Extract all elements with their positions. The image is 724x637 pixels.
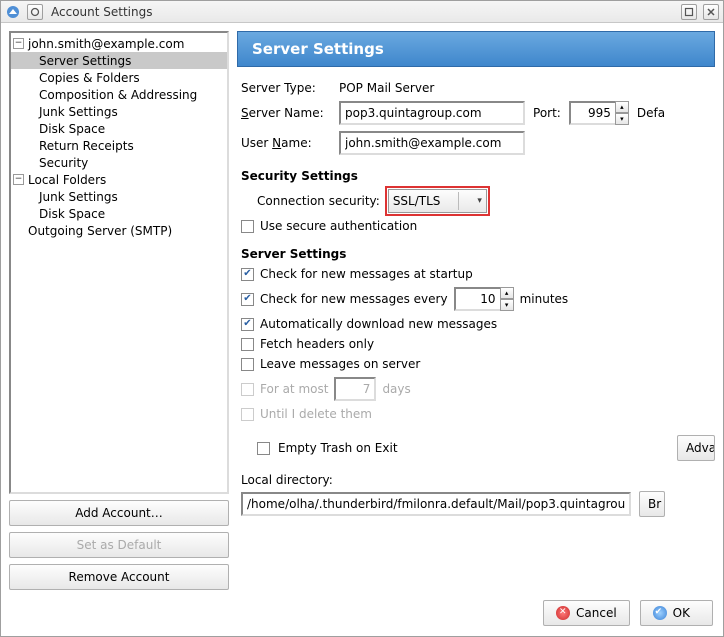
ok-button[interactable]: OK — [640, 600, 713, 626]
port-label: Port: — [533, 106, 561, 120]
panel-body: Server Type: POP Mail Server Server Name… — [237, 67, 715, 590]
fetch-headers-label: Fetch headers only — [260, 337, 374, 351]
tree-item-lf-disk-space[interactable]: Disk Space — [11, 205, 227, 222]
check-startup-label: Check for new messages at startup — [260, 267, 473, 281]
server-type-value: POP Mail Server — [339, 81, 434, 95]
connection-security-label: Connection security: — [257, 194, 380, 208]
check-every-input[interactable] — [454, 287, 502, 311]
fetch-headers-checkbox[interactable] — [241, 338, 254, 351]
close-button[interactable] — [703, 4, 719, 20]
for-at-most-input — [334, 377, 376, 401]
dialog-footer: Cancel OK — [9, 596, 715, 628]
empty-trash-checkbox[interactable] — [257, 442, 270, 455]
tree-item-disk-space[interactable]: Disk Space — [11, 120, 227, 137]
tree-item-junk-settings[interactable]: Junk Settings — [11, 103, 227, 120]
cancel-icon — [556, 606, 570, 620]
use-secure-auth-label: Use secure authentication — [260, 219, 417, 233]
tree-item-lf-junk-settings[interactable]: Junk Settings — [11, 188, 227, 205]
server-name-label: Server Name: — [241, 106, 331, 120]
tree-account-email[interactable]: − john.smith@example.com — [11, 35, 227, 52]
server-type-label: Server Type: — [241, 81, 331, 95]
until-delete-checkbox — [241, 408, 254, 421]
days-label: days — [382, 382, 410, 396]
minutes-down[interactable]: ▾ — [500, 299, 514, 311]
port-stepper[interactable]: ▴▾ — [569, 101, 629, 125]
leave-on-server-checkbox[interactable] — [241, 358, 254, 371]
settings-panel: Server Settings Server Type: POP Mail Se… — [237, 31, 715, 590]
until-delete-label: Until I delete them — [260, 407, 372, 421]
auto-download-label: Automatically download new messages — [260, 317, 497, 331]
auto-download-checkbox[interactable] — [241, 318, 254, 331]
port-down[interactable]: ▾ — [615, 113, 629, 125]
account-settings-window: Account Settings − john.smith@example.co… — [0, 0, 724, 637]
maximize-button[interactable] — [681, 4, 697, 20]
remove-account-button[interactable]: Remove Account — [9, 564, 229, 590]
minutes-up[interactable]: ▴ — [500, 287, 514, 299]
account-sidebar: − john.smith@example.com Server Settings… — [9, 31, 229, 590]
tree-account-local-folders[interactable]: − Local Folders — [11, 171, 227, 188]
security-settings-title: Security Settings — [241, 169, 715, 183]
use-secure-auth-checkbox[interactable] — [241, 220, 254, 233]
account-tree[interactable]: − john.smith@example.com Server Settings… — [9, 31, 229, 494]
set-default-button: Set as Default — [9, 532, 229, 558]
check-startup-checkbox[interactable] — [241, 268, 254, 281]
browse-button[interactable]: Br — [639, 491, 665, 517]
user-name-label: User Name: — [241, 136, 331, 150]
port-input[interactable] — [569, 101, 617, 125]
check-every-checkbox[interactable] — [241, 293, 254, 306]
app-icon — [5, 4, 21, 20]
ok-icon — [653, 606, 667, 620]
empty-trash-label: Empty Trash on Exit — [278, 441, 398, 455]
for-at-most-checkbox — [241, 383, 254, 396]
connection-security-value: SSL/TLS — [393, 194, 441, 208]
expander-icon[interactable]: − — [13, 38, 24, 49]
check-every-label: Check for new messages every — [260, 292, 448, 306]
port-up[interactable]: ▴ — [615, 101, 629, 113]
default-port-label: Defa — [637, 106, 665, 120]
tree-item-composition[interactable]: Composition & Addressing — [11, 86, 227, 103]
advanced-button[interactable]: Adva — [677, 435, 715, 461]
tree-item-server-settings[interactable]: Server Settings — [11, 52, 227, 69]
expander-icon[interactable]: − — [13, 174, 24, 185]
window-menu-button[interactable] — [27, 4, 43, 20]
local-directory-label: Local directory: — [241, 473, 715, 487]
tree-item-copies-folders[interactable]: Copies & Folders — [11, 69, 227, 86]
local-directory-input[interactable] — [241, 492, 631, 516]
server-settings-title: Server Settings — [241, 247, 715, 261]
tree-item-return-receipts[interactable]: Return Receipts — [11, 137, 227, 154]
client-area: − john.smith@example.com Server Settings… — [1, 23, 723, 636]
window-title: Account Settings — [51, 5, 152, 19]
minutes-label: minutes — [520, 292, 569, 306]
cancel-button[interactable]: Cancel — [543, 600, 630, 626]
tree-account-smtp[interactable]: Outgoing Server (SMTP) — [11, 222, 227, 239]
check-every-stepper[interactable]: ▴▾ — [454, 287, 514, 311]
leave-on-server-label: Leave messages on server — [260, 357, 420, 371]
tree-item-security[interactable]: Security — [11, 154, 227, 171]
panel-title: Server Settings — [237, 31, 715, 67]
connection-security-dropdown[interactable]: SSL/TLS ▾ — [388, 189, 487, 213]
titlebar: Account Settings — [1, 1, 723, 23]
server-name-input[interactable] — [339, 101, 525, 125]
user-name-input[interactable] — [339, 131, 525, 155]
for-at-most-label: For at most — [260, 382, 328, 396]
chevron-down-icon: ▾ — [477, 196, 482, 206]
add-account-button[interactable]: Add Account… — [9, 500, 229, 526]
